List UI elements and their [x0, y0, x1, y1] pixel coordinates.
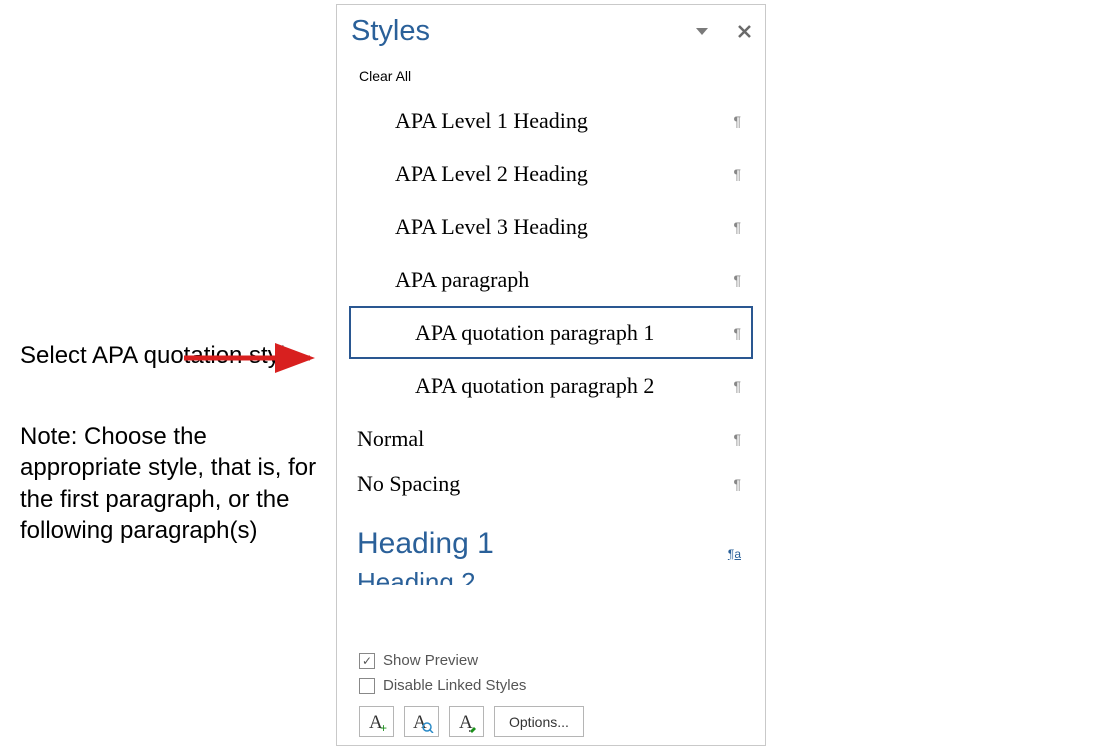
styles-list: APA Level 1 Heading ¶ APA Level 2 Headin… — [349, 94, 753, 644]
style-item-apa-quotation-paragraph-2[interactable]: APA quotation paragraph 2 ¶ — [349, 359, 753, 412]
linked-style-mark-icon: ¶a — [728, 547, 741, 561]
style-item-heading-1[interactable]: Heading 1 ¶a — [349, 505, 753, 567]
paragraph-mark-icon: ¶ — [733, 476, 741, 492]
options-button[interactable]: Options... — [494, 706, 584, 737]
new-style-button[interactable]: A + — [359, 706, 394, 737]
style-item-no-spacing[interactable]: No Spacing ¶ — [349, 465, 753, 505]
styles-pane: Styles Clear All APA Level 1 Heading ¶ A… — [336, 4, 766, 746]
pane-options-dropdown-icon[interactable] — [695, 25, 709, 39]
pane-header: Styles — [349, 13, 753, 58]
paragraph-mark-icon: ¶ — [733, 378, 741, 394]
arrow-icon — [180, 342, 335, 378]
show-preview-checkbox[interactable]: ✓ Show Preview — [349, 648, 753, 673]
annotation-note: Note: Choose the appropriate style, that… — [20, 421, 320, 546]
style-label: APA quotation paragraph 1 — [357, 320, 654, 346]
style-inspector-button[interactable]: A — [404, 706, 439, 737]
checkbox-icon: ✓ — [359, 653, 375, 669]
style-item-apa-quotation-paragraph-1[interactable]: APA quotation paragraph 1 ¶ — [349, 306, 753, 359]
paragraph-mark-icon: ¶ — [733, 431, 741, 447]
style-label: APA Level 2 Heading — [357, 161, 588, 187]
style-label: APA Level 1 Heading — [357, 108, 588, 134]
style-label: Heading 2 — [357, 567, 476, 585]
style-item-normal[interactable]: Normal ¶ — [349, 412, 753, 465]
style-item-apa-paragraph[interactable]: APA paragraph ¶ — [349, 253, 753, 306]
pane-footer: ✓ Show Preview Disable Linked Styles A +… — [349, 644, 753, 737]
manage-styles-button[interactable]: A — [449, 706, 484, 737]
style-label: APA quotation paragraph 2 — [357, 373, 654, 399]
pane-title: Styles — [351, 15, 430, 48]
paragraph-mark-icon: ¶ — [733, 325, 741, 341]
clear-all-button[interactable]: Clear All — [349, 58, 753, 94]
style-item-apa-level-2-heading[interactable]: APA Level 2 Heading ¶ — [349, 147, 753, 200]
style-label: APA paragraph — [357, 267, 529, 293]
svg-text:A: A — [459, 712, 473, 733]
paragraph-mark-icon: ¶ — [733, 166, 741, 182]
style-label: Heading 1 — [357, 527, 494, 561]
style-item-heading-2[interactable]: Heading 2 — [349, 567, 753, 585]
style-label: No Spacing — [357, 471, 460, 497]
disable-linked-label: Disable Linked Styles — [383, 677, 526, 694]
show-preview-label: Show Preview — [383, 652, 478, 669]
checkbox-icon — [359, 678, 375, 694]
disable-linked-styles-checkbox[interactable]: Disable Linked Styles — [349, 673, 753, 698]
style-label: APA Level 3 Heading — [357, 214, 588, 240]
paragraph-mark-icon: ¶ — [733, 272, 741, 288]
svg-text:+: + — [380, 721, 387, 733]
style-item-apa-level-3-heading[interactable]: APA Level 3 Heading ¶ — [349, 200, 753, 253]
style-label: Normal — [357, 426, 424, 452]
style-item-apa-level-1-heading[interactable]: APA Level 1 Heading ¶ — [349, 94, 753, 147]
close-icon[interactable] — [737, 25, 751, 39]
paragraph-mark-icon: ¶ — [733, 219, 741, 235]
paragraph-mark-icon: ¶ — [733, 113, 741, 129]
